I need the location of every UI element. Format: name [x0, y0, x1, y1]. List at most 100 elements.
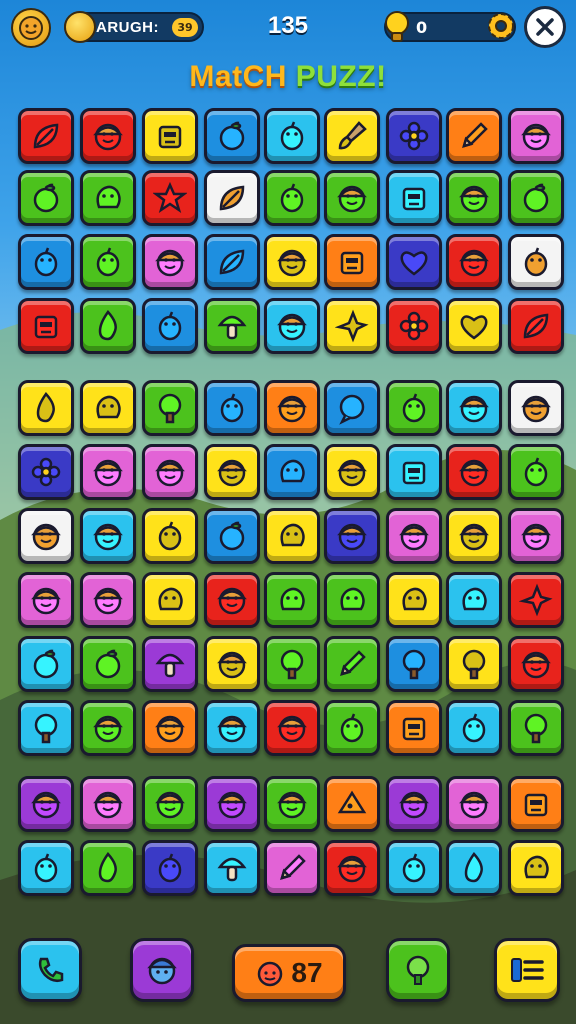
puzzle-tile[interactable] [324, 170, 380, 226]
puzzle-tile[interactable] [264, 444, 320, 500]
puzzle-tile[interactable] [204, 234, 260, 290]
puzzle-tile[interactable] [142, 444, 198, 500]
puzzle-tile[interactable] [204, 444, 260, 500]
puzzle-tile[interactable] [18, 700, 74, 756]
phone-button[interactable] [18, 938, 82, 1002]
puzzle-tile[interactable] [264, 508, 320, 564]
puzzle-tile[interactable] [18, 444, 74, 500]
puzzle-tile[interactable] [204, 840, 260, 896]
puzzle-tile[interactable] [264, 298, 320, 354]
puzzle-tile[interactable] [204, 380, 260, 436]
puzzle-tile[interactable] [204, 776, 260, 832]
puzzle-tile[interactable] [80, 508, 136, 564]
puzzle-tile[interactable] [446, 572, 502, 628]
puzzle-tile[interactable] [80, 636, 136, 692]
puzzle-tile[interactable] [80, 234, 136, 290]
puzzle-tile[interactable] [18, 840, 74, 896]
puzzle-tile[interactable] [18, 234, 74, 290]
puzzle-tile[interactable] [264, 572, 320, 628]
puzzle-tile[interactable] [264, 700, 320, 756]
puzzle-tile[interactable] [80, 380, 136, 436]
puzzle-tile[interactable] [508, 444, 564, 500]
puzzle-tile[interactable] [264, 840, 320, 896]
puzzle-tile[interactable] [386, 298, 442, 354]
puzzle-tile[interactable] [264, 636, 320, 692]
puzzle-tile[interactable] [324, 508, 380, 564]
puzzle-tile[interactable] [80, 776, 136, 832]
puzzle-tile[interactable] [18, 170, 74, 226]
puzzle-tile[interactable] [324, 636, 380, 692]
puzzle-tile[interactable] [18, 508, 74, 564]
puzzle-tile[interactable] [324, 572, 380, 628]
puzzle-tile[interactable] [386, 572, 442, 628]
puzzle-tile[interactable] [18, 298, 74, 354]
puzzle-tile[interactable] [508, 298, 564, 354]
puzzle-tile[interactable] [386, 234, 442, 290]
puzzle-tile[interactable] [80, 170, 136, 226]
puzzle-tile[interactable] [386, 776, 442, 832]
puzzle-tile[interactable] [446, 636, 502, 692]
puzzle-tile[interactable] [508, 572, 564, 628]
puzzle-tile[interactable] [386, 170, 442, 226]
puzzle-tile[interactable] [324, 298, 380, 354]
puzzle-tile[interactable] [142, 572, 198, 628]
puzzle-tile[interactable] [386, 636, 442, 692]
puzzle-tile[interactable] [80, 700, 136, 756]
puzzle-tile[interactable] [324, 840, 380, 896]
puzzle-tile[interactable] [508, 380, 564, 436]
puzzle-tile[interactable] [446, 108, 502, 164]
tree-button[interactable] [386, 938, 450, 1002]
puzzle-tile[interactable] [204, 700, 260, 756]
character-button[interactable] [130, 938, 194, 1002]
puzzle-tile[interactable] [508, 170, 564, 226]
puzzle-tile[interactable] [386, 444, 442, 500]
puzzle-tile[interactable] [446, 380, 502, 436]
puzzle-tile[interactable] [80, 108, 136, 164]
puzzle-tile[interactable] [324, 108, 380, 164]
puzzle-tile[interactable] [264, 170, 320, 226]
puzzle-tile[interactable] [142, 508, 198, 564]
puzzle-tile[interactable] [446, 776, 502, 832]
puzzle-tile[interactable] [264, 776, 320, 832]
puzzle-tile[interactable] [18, 572, 74, 628]
puzzle-tile[interactable] [324, 444, 380, 500]
menu-button[interactable] [494, 938, 560, 1002]
puzzle-tile[interactable] [142, 170, 198, 226]
puzzle-tile[interactable] [386, 380, 442, 436]
puzzle-tile[interactable] [80, 840, 136, 896]
puzzle-tile[interactable] [142, 298, 198, 354]
puzzle-tile[interactable] [446, 508, 502, 564]
puzzle-tile[interactable] [446, 170, 502, 226]
puzzle-tile[interactable] [80, 572, 136, 628]
puzzle-tile[interactable] [204, 636, 260, 692]
puzzle-tile[interactable] [142, 840, 198, 896]
puzzle-tile[interactable] [446, 298, 502, 354]
puzzle-tile[interactable] [142, 636, 198, 692]
puzzle-tile[interactable] [142, 234, 198, 290]
puzzle-tile[interactable] [386, 700, 442, 756]
puzzle-tile[interactable] [446, 444, 502, 500]
puzzle-tile[interactable] [508, 108, 564, 164]
puzzle-tile[interactable] [508, 700, 564, 756]
puzzle-tile[interactable] [142, 380, 198, 436]
puzzle-tile[interactable] [204, 108, 260, 164]
puzzle-tile[interactable] [264, 108, 320, 164]
puzzle-tile[interactable] [508, 234, 564, 290]
puzzle-tile[interactable] [446, 234, 502, 290]
puzzle-tile[interactable] [446, 700, 502, 756]
puzzle-tile[interactable] [142, 700, 198, 756]
puzzle-tile[interactable] [18, 636, 74, 692]
puzzle-tile[interactable] [508, 636, 564, 692]
puzzle-tile[interactable] [204, 572, 260, 628]
puzzle-tile[interactable] [142, 108, 198, 164]
puzzle-tile[interactable] [386, 108, 442, 164]
puzzle-tile[interactable] [18, 776, 74, 832]
puzzle-tile[interactable] [142, 776, 198, 832]
moves-counter-button[interactable]: 87 [232, 944, 346, 1002]
puzzle-tile[interactable] [324, 380, 380, 436]
puzzle-tile[interactable] [324, 234, 380, 290]
puzzle-tile[interactable] [386, 840, 442, 896]
puzzle-tile[interactable] [18, 380, 74, 436]
puzzle-tile[interactable] [204, 170, 260, 226]
puzzle-tile[interactable] [508, 508, 564, 564]
